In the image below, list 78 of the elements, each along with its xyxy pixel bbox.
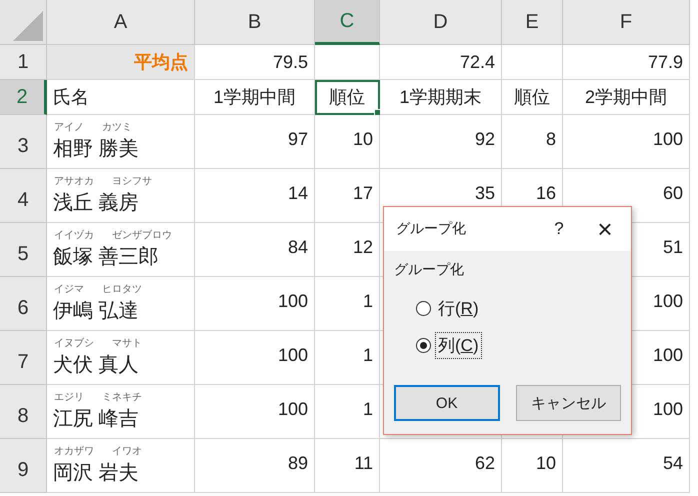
table-cell: 100 [195, 331, 315, 385]
table-cell: 92 [380, 115, 502, 169]
table-cell: 氏名 [47, 80, 195, 115]
row-header[interactable]: 8 [0, 385, 47, 439]
student-name: 犬伏 真人 [53, 353, 140, 378]
furigana-text: ヨシフサ [112, 175, 152, 188]
table-cell: 10 [502, 439, 563, 493]
table-cell: 2学期中間 [563, 80, 690, 115]
table-cell: 1 [315, 331, 380, 385]
furigana-text: イジマ [54, 283, 84, 296]
table-cell: 1 [315, 277, 380, 331]
triangle-icon [13, 11, 43, 41]
table-cell: 順位 [502, 80, 563, 115]
table-cell-text: 順位 [329, 86, 365, 109]
radio-label[interactable]: 行(R) [435, 295, 482, 322]
table-cell: 10 [315, 115, 380, 169]
table-cell: 77.9 [563, 45, 690, 80]
row-header[interactable]: 3 [0, 115, 47, 169]
student-name: 浅丘 義房 [53, 191, 140, 216]
row-header[interactable]: 6 [0, 277, 47, 331]
table-cell: 1 [315, 385, 380, 439]
table-cell [315, 45, 380, 80]
table-cell: 79.5 [195, 45, 315, 80]
row-header[interactable]: 5 [0, 223, 47, 277]
radio-button[interactable] [416, 301, 431, 316]
table-cell: 平均点 [47, 45, 195, 80]
table-cell: 1学期中間 [195, 80, 315, 115]
furigana-text: ヒロタツ [102, 283, 142, 296]
selected-cell[interactable]: 順位 [315, 80, 380, 115]
column-header[interactable]: B [195, 0, 315, 45]
table-cell: 12 [315, 223, 380, 277]
column-header[interactable]: F [563, 0, 690, 45]
column-header[interactable]: E [502, 0, 563, 45]
furigana-text: アサオカ [54, 175, 94, 188]
row-header[interactable]: 9 [0, 439, 47, 493]
radio-label[interactable]: 列(C) [435, 332, 482, 359]
table-cell: 62 [380, 439, 502, 493]
table-cell [502, 45, 563, 80]
furigana-text: カツミ [102, 121, 132, 134]
furigana-text: エジリ [54, 391, 84, 404]
row-header[interactable]: 1 [0, 45, 47, 80]
furigana-text: ミネキチ [102, 391, 142, 404]
column-header[interactable]: D [380, 0, 502, 45]
table-cell: 97 [195, 115, 315, 169]
student-name: 相野 勝美 [53, 137, 140, 162]
row-header[interactable]: 7 [0, 331, 47, 385]
table-cell: 89 [195, 439, 315, 493]
table-cell: 100 [195, 385, 315, 439]
group-label: グループ化 [394, 261, 465, 279]
furigana-text: アイノ [54, 121, 84, 134]
column-header[interactable]: A [47, 0, 195, 45]
table-cell: 17 [315, 169, 380, 223]
table-cell: 100 [563, 115, 690, 169]
student-name: 江尻 峰吉 [53, 407, 140, 432]
table-cell: 72.4 [380, 45, 502, 80]
row-header[interactable]: 4 [0, 169, 47, 223]
dialog-title: グループ化 [396, 220, 467, 238]
ok-button[interactable]: OK [394, 385, 500, 421]
table-cell: 54 [563, 439, 690, 493]
student-name: 伊嶋 弘達 [53, 299, 140, 324]
furigana-text: オカザワ [54, 445, 94, 458]
furigana-text: イワオ [112, 445, 142, 458]
furigana-text: マサト [112, 337, 142, 350]
table-cell: 1学期期末 [380, 80, 502, 115]
furigana-text: イイヅカ [54, 228, 94, 242]
column-header[interactable]: C [315, 0, 380, 45]
radio-button[interactable] [416, 338, 431, 353]
table-cell: 14 [195, 169, 315, 223]
student-name: 岡沢 岩夫 [53, 461, 140, 486]
table-cell: 84 [195, 223, 315, 277]
furigana-text: イヌブシ [54, 336, 94, 350]
table-cell: 11 [315, 439, 380, 493]
row-header[interactable]: 2 [0, 80, 47, 115]
table-cell: 8 [502, 115, 563, 169]
table-cell: 100 [195, 277, 315, 331]
cancel-button[interactable]: キャンセル [516, 385, 621, 421]
student-name: 飯塚 善三郎 [53, 245, 160, 270]
furigana-text: ゼンザブロウ [112, 228, 172, 242]
